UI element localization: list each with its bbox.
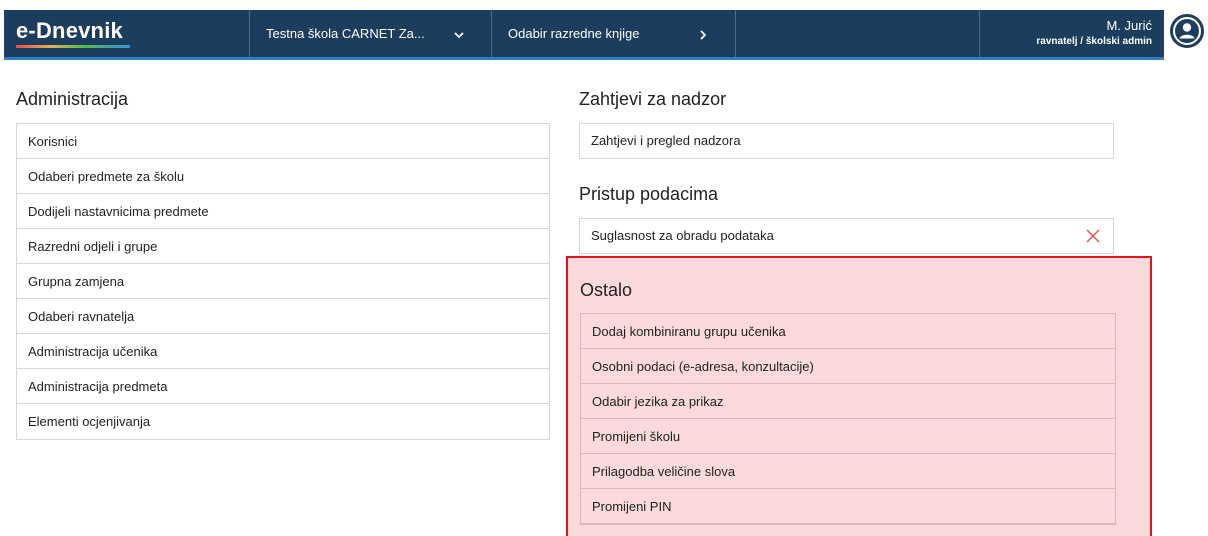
nadzor-item[interactable]: Zahtjevi i pregled nadzora: [579, 123, 1114, 159]
brand-logo[interactable]: e-Dnevnik: [4, 10, 250, 57]
user-icon[interactable]: [1170, 14, 1204, 48]
classbook-selector-label: Odabir razredne knjige: [508, 26, 640, 41]
school-selector-label: Testna škola CARNET Za...: [266, 26, 425, 41]
section-title-ostalo: Ostalo: [580, 280, 633, 300]
administracija-list: Korisnici Odaberi predmete za školu Dodi…: [16, 123, 550, 440]
ostalo-highlight-panel: Ostalo Dodaj kombiniranu grupu učenika O…: [566, 256, 1152, 536]
chevron-down-icon: [454, 32, 464, 39]
user-info[interactable]: M. Jurić ravnatelj / školski admin: [980, 10, 1164, 57]
list-item-odaberi-predmete[interactable]: Odaberi predmete za školu: [17, 159, 549, 194]
list-item-promijeni-pin[interactable]: Promijeni PIN: [581, 489, 1115, 524]
section-title-pristup: Pristup podacima: [579, 184, 719, 204]
section-title-nadzor: Zahtjevi za nadzor: [579, 89, 727, 109]
list-item-korisnici[interactable]: Korisnici: [17, 124, 549, 159]
list-item-razredni-odjeli[interactable]: Razredni odjeli i grupe: [17, 229, 549, 264]
school-selector[interactable]: Testna škola CARNET Za...: [250, 10, 492, 57]
list-item-grupna-zamjena[interactable]: Grupna zamjena: [17, 264, 549, 299]
top-header: e-Dnevnik Testna škola CARNET Za... Odab…: [0, 0, 1208, 62]
user-silhouette: [1175, 19, 1199, 43]
pristup-item[interactable]: Suglasnost za obradu podataka: [579, 218, 1114, 254]
pristup-item-label: Suglasnost za obradu podataka: [591, 228, 774, 243]
user-role: ravnatelj / školski admin: [1036, 36, 1152, 47]
ostalo-list: Dodaj kombiniranu grupu učenika Osobni p…: [580, 313, 1116, 525]
list-item-osobni-podaci[interactable]: Osobni podaci (e-adresa, konzultacije): [581, 349, 1115, 384]
nav-empty-slot: [736, 10, 980, 57]
list-item-administracija-predmeta[interactable]: Administracija predmeta: [17, 369, 549, 404]
list-item-odaberi-ravnatelja[interactable]: Odaberi ravnatelja: [17, 299, 549, 334]
list-item-promijeni-skolu[interactable]: Promijeni školu: [581, 419, 1115, 454]
section-title-administracija: Administracija: [16, 89, 129, 109]
list-item-administracija-ucenika[interactable]: Administracija učenika: [17, 334, 549, 369]
list-item-dodijeli-predmete[interactable]: Dodijeli nastavnicima predmete: [17, 194, 549, 229]
list-item-elementi-ocjenjivanja[interactable]: Elementi ocjenjivanja: [17, 404, 549, 439]
classbook-selector[interactable]: Odabir razredne knjige: [492, 10, 736, 57]
brand-underline: [16, 45, 130, 48]
list-item-velicina-slova[interactable]: Prilagodba veličine slova: [581, 454, 1115, 489]
close-icon[interactable]: [1085, 228, 1101, 244]
chevron-right-icon: [700, 30, 707, 40]
list-item-odabir-jezika[interactable]: Odabir jezika za prikaz: [581, 384, 1115, 419]
navbar: e-Dnevnik Testna škola CARNET Za... Odab…: [4, 10, 1164, 60]
brand-name: e-Dnevnik: [16, 18, 123, 43]
user-name: M. Jurić: [1106, 18, 1153, 33]
list-item-kombinirana-grupa[interactable]: Dodaj kombiniranu grupu učenika: [581, 314, 1115, 349]
